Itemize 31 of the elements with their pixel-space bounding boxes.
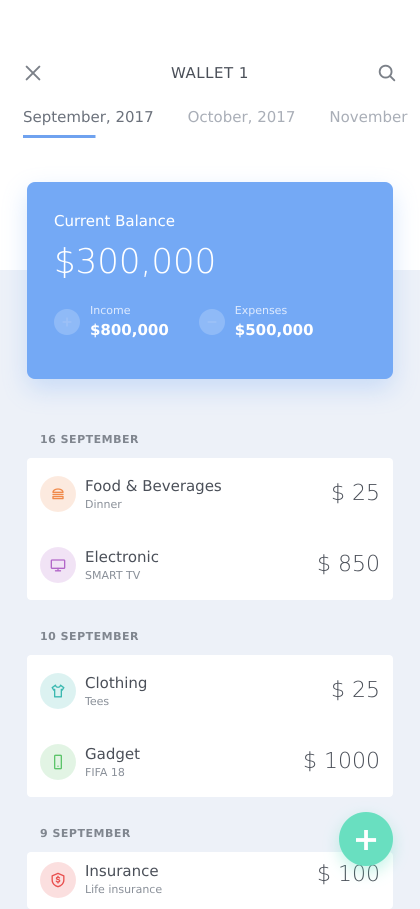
stat-amount: $800,000 [90,321,169,339]
stat-label: Expenses [234,304,288,317]
transaction-amount: $ 1000 [303,749,380,774]
transaction-row[interactable]: Clothing Tees $ 25 [40,655,380,726]
date-heading: 9 SEPTEMBER [39,827,132,840]
transaction-note: Tees [85,694,110,708]
month-tab[interactable]: September, 2017 [23,108,154,138]
stat-amount: $500,000 [234,321,314,339]
transaction-note: SMART TV [85,568,142,582]
balance-amount: $300,000 [54,242,218,282]
balance-label: Current Balance [54,212,176,230]
minus-icon [198,308,225,334]
window-title: WALLET 1 [171,64,249,82]
category-name: Gadget [85,744,141,762]
category-name: Food & Beverages [85,476,223,494]
transaction-amount: $ 25 [331,481,380,506]
date-heading: 10 SEPTEMBER [39,630,140,643]
transaction-amount: $ 25 [331,678,380,703]
stat-label: Income [90,304,132,317]
transaction-row[interactable]: Food & Beverages Dinner $ 25 [40,458,380,529]
transaction-row[interactable]: Electronic SMART TV $ 850 [40,529,380,600]
transaction-note: Life insurance [85,883,164,896]
category-name: Clothing [85,674,148,692]
category-name: Electronic [85,548,160,566]
transaction-note: FIFA 18 [85,766,126,778]
transaction-amount: $ 850 [317,552,380,577]
date-heading: 16 SEPTEMBER [39,433,140,446]
transaction-row[interactable]: Gadget FIFA 18 $ 1000 [40,726,380,797]
transaction-note: Dinner [85,498,123,510]
plus-icon [54,308,80,334]
category-name: Insurance [85,862,160,880]
